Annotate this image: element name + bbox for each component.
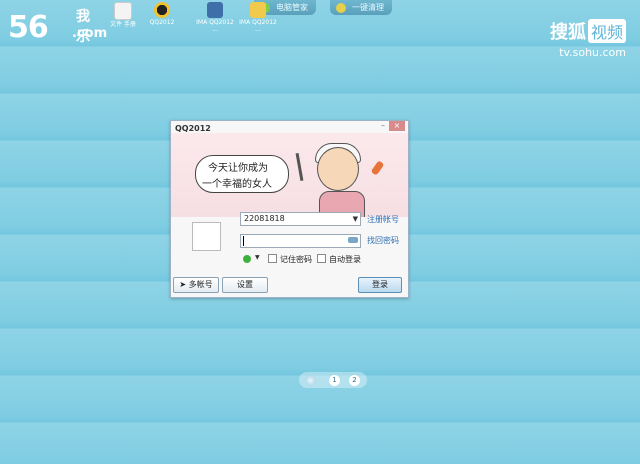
find-password-link[interactable]: 找回密码 bbox=[367, 235, 399, 246]
watermark-sohu-badge: 视频 bbox=[587, 19, 626, 43]
qq-penguin-icon bbox=[154, 2, 170, 18]
desktop-icon-ima-package[interactable]: IMA QQ2012 … bbox=[193, 2, 237, 33]
desktop-icon-label: 文件 手册 bbox=[110, 21, 136, 28]
watermark-sohu-brand: 搜狐 bbox=[549, 22, 586, 43]
login-button[interactable]: 登录 bbox=[358, 277, 402, 293]
page-1-button[interactable]: 1 bbox=[329, 375, 340, 386]
multi-account-label: 多帐号 bbox=[188, 280, 213, 289]
register-account-link[interactable]: 注册帐号 bbox=[367, 214, 399, 225]
desktop-icon-label: IMA QQ2012 … bbox=[196, 19, 234, 33]
watermark-56-number: 56 bbox=[8, 10, 49, 45]
keyboard-icon[interactable] bbox=[348, 237, 358, 243]
speech-bubble: 今天让你成为 一个幸福的女人 bbox=[195, 155, 289, 193]
minimize-icon[interactable]: – bbox=[377, 121, 389, 131]
desktop-icon-ima-folder[interactable]: IMA QQ2012 … bbox=[236, 2, 280, 33]
document-icon bbox=[114, 2, 132, 20]
desktop-icon-qq[interactable]: QQ2012 bbox=[140, 2, 184, 26]
windows-orb-icon[interactable] bbox=[305, 375, 316, 386]
qq-login-window: QQ2012 – × 今天让你成为 一个幸福的女人 22081818 ▼ 注册帐… bbox=[170, 120, 409, 298]
close-icon[interactable]: × bbox=[389, 121, 405, 131]
multi-account-button[interactable]: ➤ 多帐号 bbox=[173, 277, 219, 293]
chevron-down-icon[interactable]: ▼ bbox=[353, 213, 358, 225]
top-tab-label: 一键清理 bbox=[352, 3, 384, 12]
top-tab-one-click-clean[interactable]: 一键清理 bbox=[330, 0, 392, 15]
desktop-icon-label: QQ2012 bbox=[149, 19, 175, 26]
window-controls: – × bbox=[377, 121, 405, 131]
online-status-icon[interactable] bbox=[243, 255, 251, 263]
page-2-button[interactable]: 2 bbox=[349, 375, 360, 386]
desktop-icon-document[interactable]: 文件 手册 bbox=[101, 2, 145, 28]
desktop-icon-label: IMA QQ2012 … bbox=[239, 19, 277, 33]
carrot-illustration bbox=[370, 160, 385, 176]
sohu-logo-watermark: 搜狐 视频 tv.sohu.com bbox=[550, 18, 626, 59]
settings-button[interactable]: 设置 bbox=[222, 277, 268, 293]
top-tab-label: 电脑管家 bbox=[276, 3, 308, 12]
box-icon bbox=[207, 2, 223, 18]
remember-password-checkbox[interactable] bbox=[268, 254, 277, 263]
arrow-icon: ➤ bbox=[179, 280, 187, 289]
password-input[interactable] bbox=[240, 234, 361, 248]
banner-text-line1: 今天让你成为 bbox=[208, 163, 268, 174]
desktop-pager: 1 2 bbox=[299, 372, 367, 388]
window-title: QQ2012 bbox=[175, 124, 211, 133]
text-caret bbox=[243, 236, 244, 246]
account-value: 22081818 bbox=[244, 214, 285, 223]
auto-login-checkbox[interactable] bbox=[317, 254, 326, 263]
login-banner: 今天让你成为 一个幸福的女人 bbox=[171, 133, 408, 217]
56-logo-watermark: 56 我乐 .com bbox=[8, 9, 107, 45]
folder-icon bbox=[250, 2, 266, 18]
girl-face-illustration bbox=[317, 147, 359, 191]
remember-password-label: 记住密码 bbox=[280, 255, 312, 264]
auto-login-label: 自动登录 bbox=[329, 255, 361, 264]
desktop: 56 我乐 .com 搜狐 视频 tv.sohu.com 电脑管家 一键清理 文件… bbox=[0, 0, 640, 464]
spatula-illustration bbox=[295, 152, 304, 182]
avatar[interactable] bbox=[192, 222, 221, 251]
chevron-down-icon[interactable]: ▼ bbox=[255, 254, 260, 261]
watermark-56-com: .com bbox=[72, 26, 108, 41]
account-input[interactable]: 22081818 ▼ bbox=[240, 212, 361, 226]
banner-text-line2: 一个幸福的女人 bbox=[202, 179, 272, 190]
broom-icon bbox=[336, 3, 346, 13]
watermark-sohu-url: tv.sohu.com bbox=[559, 46, 626, 59]
